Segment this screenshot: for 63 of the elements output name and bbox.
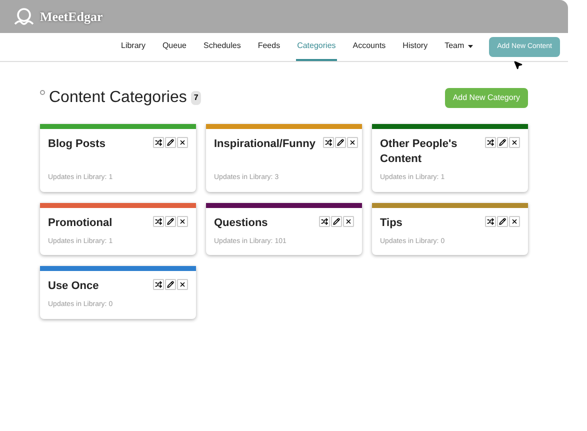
category-name: Promotional — [48, 216, 112, 230]
shuffle-button[interactable] — [153, 216, 164, 226]
shuffle-button[interactable] — [319, 216, 330, 226]
delete-button[interactable] — [509, 216, 520, 226]
edit-button[interactable] — [335, 137, 346, 148]
nav-tab[interactable]: Library — [120, 33, 146, 61]
shuffle-button[interactable] — [485, 216, 496, 226]
shuffle-icon — [155, 139, 162, 146]
edit-button[interactable] — [165, 137, 176, 148]
delete-button[interactable] — [177, 279, 188, 290]
edit-button[interactable] — [331, 216, 342, 226]
nav-tab[interactable]: Queue — [161, 33, 188, 61]
close-icon — [511, 218, 518, 224]
pencil-icon — [333, 218, 340, 224]
shuffle-icon — [155, 281, 162, 288]
category-name: Other People's Content — [380, 137, 458, 167]
close-icon — [179, 281, 186, 288]
nav-tab[interactable]: Team — [444, 33, 474, 61]
nav-tab[interactable]: Schedules — [202, 33, 242, 61]
shuffle-button[interactable] — [485, 137, 496, 148]
edit-button[interactable] — [497, 216, 508, 226]
shuffle-icon — [325, 139, 332, 146]
edit-button[interactable] — [165, 279, 176, 290]
shuffle-icon — [321, 218, 328, 224]
category-name: Use Once — [48, 279, 99, 294]
category-count: 7 — [190, 91, 202, 105]
mouse-cursor-icon — [513, 60, 523, 70]
pencil-icon — [499, 139, 506, 146]
delete-button[interactable] — [177, 137, 188, 148]
pencil-icon — [337, 139, 344, 146]
edit-button[interactable] — [165, 216, 176, 226]
page-title: Content Categories — [49, 88, 187, 108]
shuffle-button[interactable] — [153, 279, 164, 290]
shuffle-button[interactable] — [323, 137, 334, 148]
close-icon — [345, 218, 352, 224]
help-icon — [40, 90, 45, 95]
caret-icon — [468, 44, 474, 48]
close-icon — [511, 139, 518, 146]
close-icon — [349, 139, 356, 146]
nav-tab[interactable]: History — [402, 33, 429, 61]
pencil-icon — [167, 139, 174, 146]
category-name: Tips — [380, 216, 402, 230]
delete-button[interactable] — [347, 137, 358, 148]
category-name: Blog Posts — [48, 137, 106, 152]
delete-button[interactable] — [343, 216, 354, 226]
shuffle-icon — [155, 218, 162, 224]
shuffle-button[interactable] — [153, 137, 164, 148]
pencil-icon — [499, 218, 506, 224]
nav-tab[interactable]: Categories — [296, 33, 337, 61]
delete-button[interactable] — [509, 137, 520, 148]
pencil-icon — [167, 218, 174, 224]
category-name: Inspirational/Funny — [214, 137, 316, 152]
delete-button[interactable] — [177, 216, 188, 226]
logo-text: MeetEdgar — [40, 8, 103, 26]
pencil-icon — [167, 281, 174, 288]
close-icon — [179, 139, 186, 146]
nav-tab[interactable]: Accounts — [352, 33, 387, 61]
shuffle-icon — [487, 139, 494, 146]
nav-tab[interactable]: Feeds — [256, 33, 282, 61]
close-icon — [179, 218, 186, 224]
category-name: Questions — [214, 216, 268, 230]
edit-button[interactable] — [497, 137, 508, 148]
shuffle-icon — [487, 218, 494, 224]
